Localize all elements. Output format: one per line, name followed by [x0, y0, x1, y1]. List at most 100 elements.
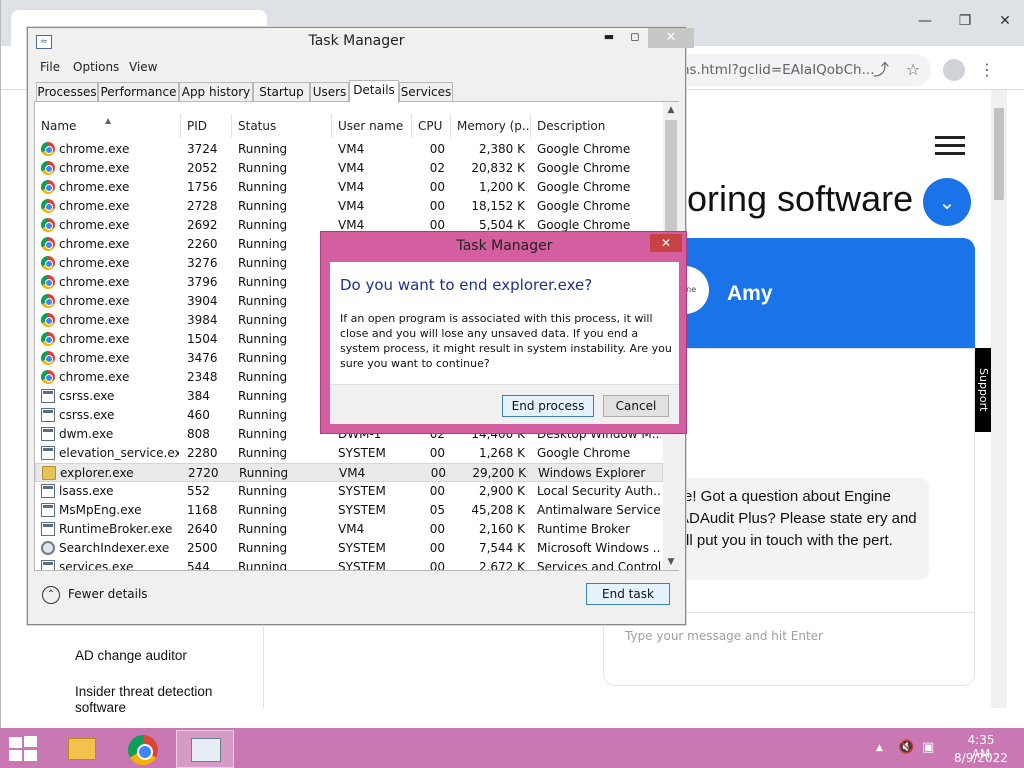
- column-header-cpu[interactable]: CPU: [412, 114, 451, 138]
- cell-description: Microsoft Windows ...: [537, 541, 661, 555]
- cell-cpu: 00: [429, 484, 445, 498]
- file-explorer-icon: [68, 738, 96, 760]
- tab-app-history[interactable]: App history: [179, 82, 253, 102]
- cell-name: lsass.exe: [59, 484, 114, 498]
- volume-muted-icon[interactable]: 🔇: [898, 740, 914, 755]
- cell-name: csrss.exe: [59, 389, 115, 403]
- taskbar-task-manager[interactable]: [176, 730, 234, 768]
- tab-services[interactable]: Services: [399, 82, 453, 102]
- bookmark-star-icon[interactable]: ☆: [901, 58, 925, 82]
- cell-pid: 1756: [187, 180, 218, 194]
- show-hidden-icons-chevron-icon[interactable]: ▲: [876, 743, 883, 753]
- cell-user-name: VM4: [338, 199, 365, 213]
- cell-cpu: 00: [429, 446, 445, 460]
- tab-users[interactable]: Users: [310, 82, 349, 102]
- cell-cpu: 00: [430, 466, 446, 480]
- cell-status: Running: [238, 142, 288, 156]
- dialog-question: Do you want to end explorer.exe?: [340, 276, 593, 294]
- cell-pid: 2348: [187, 370, 218, 384]
- browser-menu-icon[interactable]: ⋮: [975, 58, 999, 82]
- column-header-user-name[interactable]: User name: [332, 114, 412, 138]
- cancel-button[interactable]: Cancel: [603, 395, 669, 417]
- cell-name: chrome.exe: [59, 256, 130, 270]
- cell-name: SearchIndexer.exe: [59, 541, 170, 555]
- task-manager-titlebar[interactable]: ≈ Task Manager ▬ ◻ ✕: [28, 28, 694, 56]
- folder-icon: [42, 466, 56, 480]
- cell-status: Running: [238, 275, 288, 289]
- process-list-scroll-thumb[interactable]: [665, 120, 677, 240]
- browser-minimize-button[interactable]: —: [905, 8, 945, 34]
- cell-user-name: SYSTEM: [338, 446, 386, 460]
- table-row[interactable]: chrome.exe 3724 Running VM4 00 2,380 K Google …: [35, 140, 663, 159]
- taskbar-chrome[interactable]: [114, 730, 172, 768]
- sidebar-link-ad-change-auditor[interactable]: AD change auditor: [75, 648, 187, 663]
- cell-user-name: SYSTEM: [338, 541, 386, 555]
- cell-memory: 2,672 K: [478, 560, 525, 570]
- profile-avatar[interactable]: [943, 59, 965, 81]
- page-scroll-thumb[interactable]: [994, 108, 1004, 200]
- menu-options[interactable]: Options: [73, 60, 119, 74]
- column-header-pid[interactable]: PID: [181, 114, 232, 138]
- table-row[interactable]: explorer.exe 2720 Running VM4 00 29,200 K Wind…: [35, 463, 663, 482]
- tab-details[interactable]: Details: [349, 80, 399, 103]
- scroll-down-arrow-icon[interactable]: ▼: [663, 554, 679, 570]
- menu-file[interactable]: File: [40, 60, 60, 74]
- support-tab[interactable]: Support: [975, 348, 991, 432]
- cell-name: services.exe: [59, 560, 134, 570]
- cell-description: Google Chrome: [537, 161, 631, 175]
- table-row[interactable]: RuntimeBroker.exe 2640 Running VM4 00 2,160 K…: [35, 520, 663, 539]
- cell-memory: 2,900 K: [478, 484, 525, 498]
- column-header-description[interactable]: Description: [531, 114, 663, 138]
- cell-pid: 384: [187, 389, 210, 403]
- cell-description: Google Chrome: [537, 180, 631, 194]
- table-row[interactable]: chrome.exe 2728 Running VM4 00 18,152 K Google…: [35, 197, 663, 216]
- browser-restore-button[interactable]: ❐: [945, 8, 985, 34]
- table-row[interactable]: lsass.exe 552 Running SYSTEM 00 2,900 K Local …: [35, 482, 663, 501]
- tm-minimize-button[interactable]: ▬: [596, 28, 622, 48]
- share-icon[interactable]: ⤴: [869, 58, 893, 82]
- table-row[interactable]: SearchIndexer.exe 2500 Running SYSTEM 00 7,54…: [35, 539, 663, 558]
- dialog-message: If an open program is associated with th…: [340, 312, 672, 370]
- cell-user-name: VM4: [338, 142, 365, 156]
- tab-startup[interactable]: Startup: [253, 82, 310, 102]
- column-header-memory[interactable]: Memory (p...: [451, 114, 531, 138]
- app-window-icon: [41, 389, 55, 403]
- table-row[interactable]: chrome.exe 2052 Running VM4 02 20,832 K Google…: [35, 159, 663, 178]
- network-icon[interactable]: ▣: [922, 740, 934, 755]
- tab-processes[interactable]: Processes: [36, 82, 98, 102]
- table-row[interactable]: chrome.exe 1756 Running VM4 00 1,200 K Google …: [35, 178, 663, 197]
- windows-start-icon[interactable]: [8, 736, 38, 762]
- chevron-down-icon[interactable]: ⌄: [923, 178, 971, 226]
- cell-user-name: VM4: [339, 466, 366, 480]
- taskbar-file-explorer[interactable]: [52, 730, 110, 768]
- end-process-dialog: Task Manager ✕ Do you want to end explor…: [320, 231, 687, 434]
- tm-maximize-button[interactable]: ◻: [622, 28, 648, 48]
- app-window-icon: [41, 446, 55, 460]
- sidebar-link-insider-threat[interactable]: Insider threat detection software: [75, 684, 245, 716]
- clock-date[interactable]: 8/9/2022: [952, 751, 1010, 765]
- end-process-button[interactable]: End process: [502, 395, 594, 417]
- scroll-up-arrow-icon[interactable]: ▲: [663, 102, 679, 118]
- cell-memory: 7,544 K: [478, 541, 525, 555]
- column-header-status[interactable]: Status: [232, 114, 332, 138]
- cell-memory: 2,380 K: [478, 142, 525, 156]
- browser-close-button[interactable]: ✕: [985, 8, 1024, 34]
- table-row[interactable]: MsMpEng.exe 1168 Running SYSTEM 05 45,208 K An…: [35, 501, 663, 520]
- hamburger-menu-icon[interactable]: [935, 136, 965, 156]
- cell-name: chrome.exe: [59, 161, 130, 175]
- column-header-name[interactable]: Name: [35, 114, 181, 138]
- menu-view[interactable]: View: [129, 60, 157, 74]
- chrome-icon: [41, 256, 55, 270]
- tm-close-button[interactable]: ✕: [648, 28, 694, 48]
- dialog-close-button[interactable]: ✕: [650, 234, 682, 252]
- cell-name: chrome.exe: [59, 180, 130, 194]
- cell-description: Services and Control...: [537, 560, 661, 570]
- cell-cpu: 00: [429, 560, 445, 570]
- table-row[interactable]: elevation_service.exe 2280 Running SYSTEM 00…: [35, 444, 663, 463]
- end-task-button[interactable]: End task: [586, 583, 670, 605]
- task-manager-tabs: Processes Performance App history Startu…: [36, 80, 676, 103]
- cell-memory: 1,200 K: [478, 180, 525, 194]
- dialog-title: Task Manager: [456, 238, 553, 254]
- table-row[interactable]: services.exe 544 Running SYSTEM 00 2,672 K Ser…: [35, 558, 663, 570]
- tab-performance[interactable]: Performance: [98, 82, 179, 102]
